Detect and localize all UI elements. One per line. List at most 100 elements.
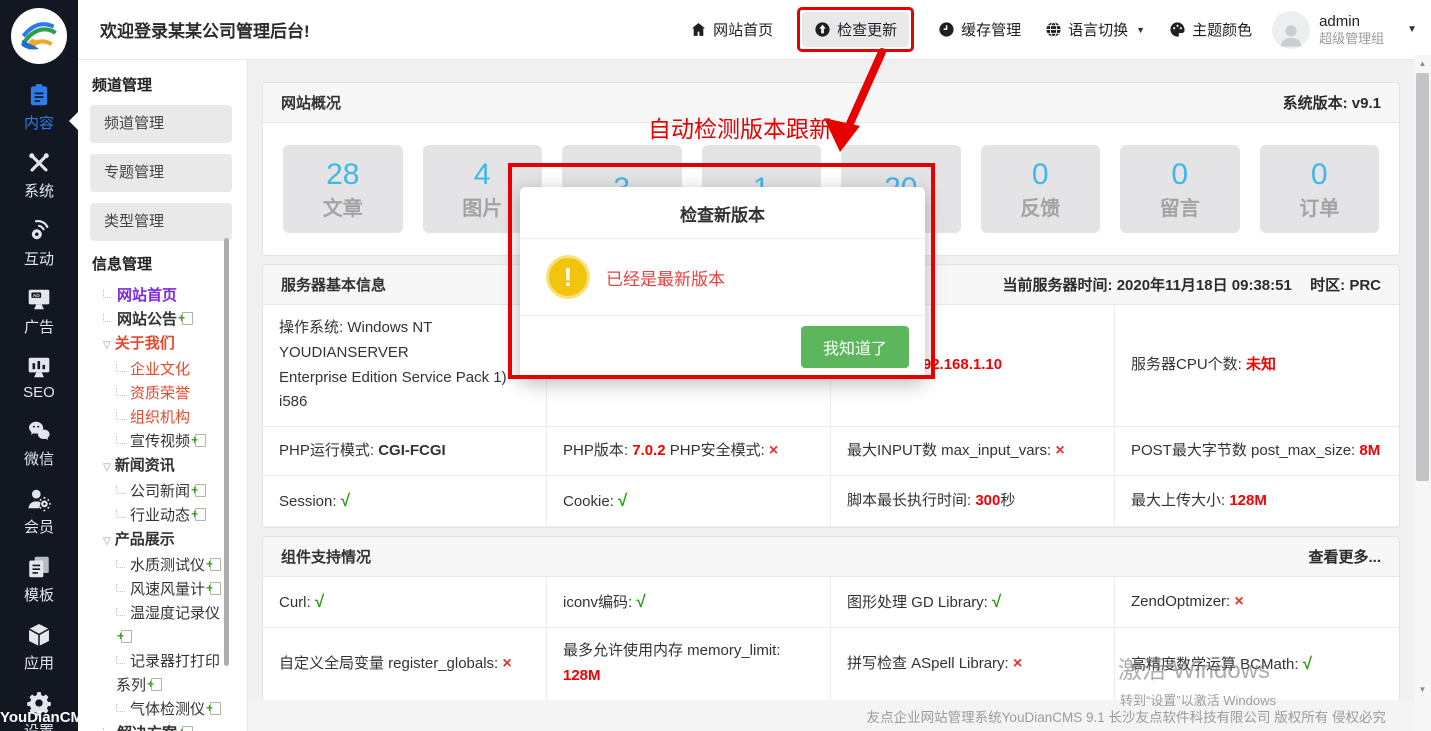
tree-item[interactable]: 风速风量计 [90, 578, 234, 602]
nav-theme[interactable]: 主题颜色 [1169, 19, 1252, 40]
tree-item[interactable]: 资质荣誉 [90, 382, 234, 406]
tree-item[interactable]: 网站首页 [90, 284, 234, 308]
tree-item[interactable]: 组织机构 [90, 406, 234, 430]
tree-item-label: 水质测试仪 [130, 557, 205, 574]
caret-open-icon: ▽ [103, 340, 111, 351]
topbar-nav: 网站首页 检查更新 缓存管理 语言切换▼ 主题颜色 [690, 7, 1266, 52]
text-segment: 8M [1359, 442, 1380, 459]
tree-item[interactable]: 记录器打打印系列 [90, 650, 234, 698]
tree-item-label: 解决方案 [117, 725, 177, 731]
text-segment: 脚本最长执行时间: [847, 492, 975, 509]
tree-item[interactable]: 企业文化 [90, 358, 234, 382]
text-segment: 最多允许使用内存 memory_limit: [563, 642, 781, 659]
doc-add-icon[interactable] [210, 558, 221, 571]
update-highlight-box: 检查更新 [797, 7, 914, 52]
active-rail-notch [69, 112, 78, 130]
modal-title: 检查新版本 [520, 187, 925, 239]
server-info-cell: Cookie: √ [547, 476, 831, 527]
tree-item-label: 公司新闻 [130, 483, 190, 500]
scroll-up-icon[interactable]: ▲ [1414, 57, 1431, 71]
tree-item[interactable]: ▽ 关于我们 [90, 332, 234, 358]
tree-item[interactable]: 气体检测仪 [90, 698, 234, 722]
doc-add-icon[interactable] [182, 312, 193, 325]
rail-item-app[interactable]: 应用 [0, 614, 78, 682]
version-value: v9.1 [1352, 95, 1381, 112]
modal-message: 已经是最新版本 [606, 265, 725, 290]
rail-item-template[interactable]: 模板 [0, 546, 78, 614]
doc-add-icon[interactable] [195, 434, 206, 447]
tree-item[interactable]: 网站公告 [90, 308, 234, 332]
page-scrollbar[interactable]: ▲ ▼ [1414, 55, 1431, 731]
stat-number: 0 [1032, 158, 1049, 192]
nav-language[interactable]: 语言切换▼ [1045, 19, 1145, 40]
topbar: 欢迎登录某某公司管理后台! 网站首页检查更新缓存管理语言切换▼主题颜色 admi… [78, 0, 1431, 60]
server-info-cell-text: 操作系统: Windows NT YOUDIANSERVEREnterprise… [279, 316, 530, 415]
sidebar-scrollbar-thumb[interactable] [224, 238, 229, 666]
rail-item-member[interactable]: 会员 [0, 478, 78, 546]
text-segment: 秒 [1000, 492, 1015, 509]
modal-ok-button[interactable]: 我知道了 [801, 326, 909, 368]
tree-item[interactable]: ▽产品展示 [90, 528, 234, 554]
scroll-down-icon[interactable]: ▼ [1414, 683, 1431, 697]
tree-item-label: 关于我们 [115, 335, 175, 352]
sidebar-button[interactable]: 频道管理 [90, 105, 232, 143]
server-info-cell: POST最大字节数 post_max_size: 8M [1115, 427, 1399, 476]
site-logo[interactable] [11, 8, 67, 64]
stat-label: 留言 [1160, 192, 1200, 221]
component-cell-text: 拼写检查 ASpell Library: × [847, 651, 1098, 677]
doc-add-icon[interactable] [210, 702, 221, 715]
user-info: admin 超级管理组 [1319, 13, 1384, 47]
doc-add-icon[interactable] [121, 630, 132, 643]
rail-item-seo[interactable]: SEO [0, 346, 78, 410]
caret-down-icon[interactable]: ▼ [1407, 24, 1417, 35]
server-info-cell: PHP运行模式: CGI-FCGI [263, 427, 547, 476]
tree-item-label: 网站公告 [117, 311, 177, 328]
tree-item[interactable]: 温湿度记录仪 [90, 602, 234, 650]
nav-update[interactable]: 检查更新 [802, 12, 909, 47]
stat-number: 0 [1311, 158, 1328, 192]
doc-add-icon[interactable] [210, 582, 221, 595]
timezone-label: 时区: [1310, 277, 1345, 294]
rail-item-interact[interactable]: 互动 [0, 210, 78, 278]
stat-card: 0反馈 [981, 145, 1101, 233]
globe-icon [1045, 21, 1062, 38]
home-icon [690, 21, 707, 38]
tree-item[interactable]: 解决方案 [90, 722, 234, 731]
wechat-icon [0, 418, 78, 445]
nav-cache[interactable]: 缓存管理 [938, 19, 1021, 40]
sidebar-button[interactable]: 专题管理 [90, 154, 232, 192]
rail-item-ad[interactable]: AD广告 [0, 278, 78, 346]
text-segment: Cookie: [563, 493, 618, 510]
tree-item[interactable]: 宣传视频 [90, 430, 234, 454]
text-segment: 128M [1229, 492, 1267, 509]
doc-add-icon[interactable] [195, 508, 206, 521]
template-icon [0, 554, 78, 581]
doc-add-icon[interactable] [182, 726, 193, 731]
component-cell-text: ZendOptmizer: × [1131, 589, 1383, 615]
tree-item[interactable]: 水质测试仪 [90, 554, 234, 578]
see-more-link[interactable]: 查看更多... [1308, 546, 1381, 567]
user-menu[interactable]: admin 超级管理组 ▼ [1272, 11, 1417, 49]
tree-item[interactable]: ▽新闻资讯 [90, 454, 234, 480]
rail-item-label: 互动 [24, 251, 54, 268]
sidebar-button[interactable]: 类型管理 [90, 203, 232, 241]
text-segment: √ [992, 592, 1001, 611]
component-cell: 高精度数学运算 BCMath: √ [1115, 628, 1399, 701]
doc-add-icon[interactable] [151, 678, 162, 691]
rail-item-wechat[interactable]: 微信 [0, 410, 78, 478]
seo-icon [0, 354, 78, 381]
nav-home[interactable]: 网站首页 [690, 19, 773, 40]
stat-card: 0留言 [1120, 145, 1240, 233]
server-info-cell-text: Session: √ [279, 487, 530, 515]
tree-connector-icon [116, 584, 125, 592]
tree-item[interactable]: 公司新闻 [90, 480, 234, 504]
rail-item-system[interactable]: 系统 [0, 142, 78, 210]
rail-item-content[interactable]: 内容 [0, 74, 78, 142]
stat-label: 订单 [1299, 192, 1339, 221]
components-title: 组件支持情况 [281, 546, 371, 567]
rail-item-label: 会员 [24, 519, 54, 536]
scrollbar-thumb[interactable] [1416, 73, 1429, 481]
tree-item[interactable]: 行业动态 [90, 504, 234, 528]
doc-add-icon[interactable] [195, 484, 206, 497]
tree-connector-icon [116, 656, 125, 664]
